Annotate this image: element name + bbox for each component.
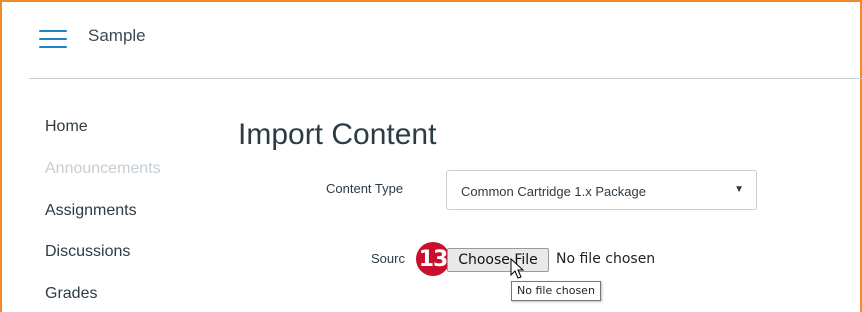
file-status-text: No file chosen [556,251,656,267]
top-bar: Sample [2,2,858,78]
content-type-label: Content Type [326,181,404,196]
sidebar-item-discussions[interactable]: Discussions [45,243,130,261]
mouse-pointer-icon [510,258,525,279]
sidebar-item-assignments[interactable]: Assignments [45,202,137,220]
file-tooltip: No file chosen [511,281,601,301]
course-name[interactable]: Sample [88,26,146,46]
step-number-badge: 13 [416,242,450,276]
header-divider [29,78,862,79]
hamburger-menu-icon[interactable] [39,29,67,49]
content-type-selected-value: Common Cartridge 1.x Package [461,184,646,199]
sidebar-item-grades[interactable]: Grades [45,285,97,303]
dropdown-caret-icon: ▼ [734,184,744,195]
source-label: Sourc [371,251,405,266]
choose-file-button[interactable]: Choose File [447,248,549,272]
content-type-select[interactable]: Common Cartridge 1.x Package ▼ [446,170,757,210]
sidebar-item-announcements: Announcements [45,160,161,177]
sidebar-item-home[interactable]: Home [45,118,88,136]
page-title: Import Content [238,118,437,151]
